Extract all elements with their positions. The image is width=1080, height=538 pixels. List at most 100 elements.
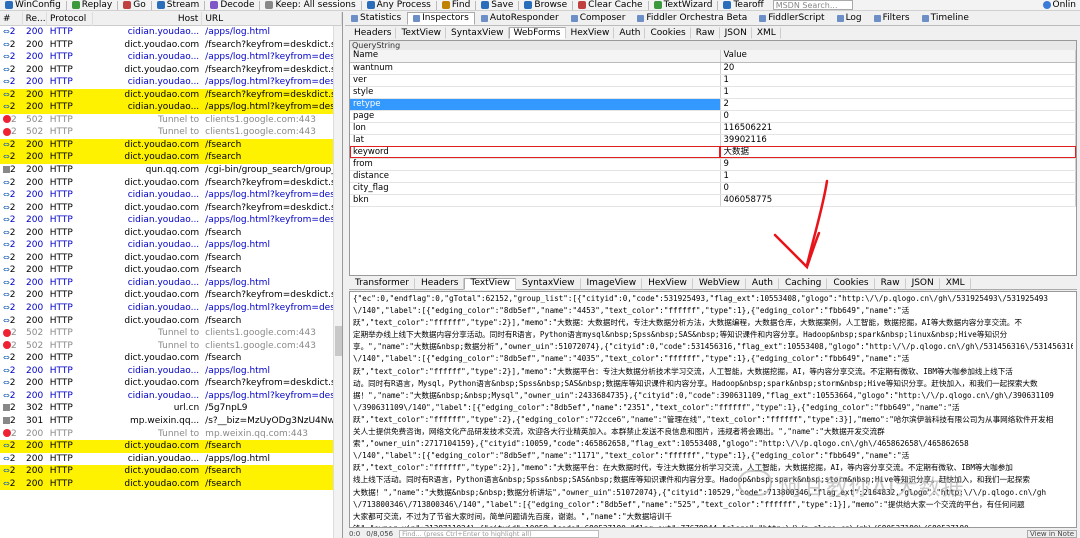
col-header-url[interactable]: URL xyxy=(202,12,342,26)
response-tab-webview[interactable]: WebView xyxy=(693,277,746,290)
response-tab-textview[interactable]: TextView xyxy=(464,277,517,290)
session-row[interactable]: ⇔2 200 HTTP dict.youdao.com/fsearch?keyfrom… xyxy=(0,202,342,215)
response-tab-json[interactable]: JSON xyxy=(906,277,940,290)
session-row[interactable]: ⇔2 200 HTTP dict.youdao.com/fsearch?keyfrom… xyxy=(0,177,342,190)
session-row[interactable]: ⇔2 200 HTTP dict.youdao.com/fsearch xyxy=(0,227,342,240)
request-tab-hexview[interactable]: HexView xyxy=(566,27,615,39)
msdn-search-input[interactable]: MSDN Search... xyxy=(772,0,853,10)
session-row[interactable]: ⇔2 200 HTTP cidian.youdao.../apps/log.html xyxy=(0,26,342,39)
response-tab-xml[interactable]: XML xyxy=(940,277,971,290)
response-tab-imageview[interactable]: ImageView xyxy=(581,277,643,290)
session-row[interactable]: ⇔2 200 HTTP cidian.youdao.../apps/log.html xyxy=(0,277,342,290)
qs-header-value[interactable]: Value xyxy=(720,50,1076,63)
tab-inspectors[interactable]: Inspectors xyxy=(407,12,475,25)
querystring-row[interactable]: page 0 xyxy=(350,110,1076,123)
col-header-host[interactable]: Host xyxy=(93,12,203,26)
col-header-protocol[interactable]: Protocol xyxy=(47,12,93,26)
scroll-thumb[interactable] xyxy=(335,326,342,356)
session-row[interactable]: ⇔2 200 HTTP cidian.youdao.../apps/log.html?… xyxy=(0,390,342,403)
session-row[interactable]: 2 302 HTTP url.cn/5g7npL9 xyxy=(0,402,342,415)
querystring-row[interactable]: distance 1 xyxy=(350,170,1076,183)
tab-statistics[interactable]: Statistics xyxy=(345,12,407,25)
session-row[interactable]: ⇔2 200 HTTP dict.youdao.com/fsearch?keyfrom… xyxy=(0,289,342,302)
session-row[interactable]: ⇔2 200 HTTP cidian.youdao.../apps/log.html?… xyxy=(0,189,342,202)
request-tab-textview[interactable]: TextView xyxy=(396,27,447,39)
qs-header-name[interactable]: Name xyxy=(350,50,721,63)
qs-param-value[interactable]: 大数据 xyxy=(720,146,1076,159)
querystring-row[interactable]: bkn 406058775 xyxy=(350,194,1076,207)
toolbar-item-stream[interactable]: Stream xyxy=(152,0,205,10)
session-row[interactable]: 2 200 HTTP qun.qq.com/cgi-bin/group_search/… xyxy=(0,164,342,177)
session-row[interactable]: 2 200 HTTP Tunnel to mp.weixin.qq.com:443 xyxy=(0,428,342,441)
session-row[interactable]: ⇔2 200 HTTP dict.youdao.com/fsearch?keyfrom… xyxy=(0,88,342,102)
session-row[interactable]: ⇔2 200 HTTP dict.youdao.com/fsearch?keyfrom… xyxy=(0,39,342,52)
session-row[interactable]: ⇔2 200 HTTP dict.youdao.com/fsearch?keyfrom… xyxy=(0,377,342,390)
querystring-row[interactable]: lat 39902116 xyxy=(350,134,1076,147)
response-tab-headers[interactable]: Headers xyxy=(415,277,465,290)
tab-fiddler-orchestra-beta[interactable]: Fiddler Orchestra Beta xyxy=(631,12,753,25)
response-tab-syntaxview[interactable]: SyntaxView xyxy=(516,277,581,290)
toolbar-item-winconfig[interactable]: WinConfig xyxy=(0,0,66,10)
session-row[interactable]: ⇔2 200 HTTP cidian.youdao.../apps/log.html?… xyxy=(0,51,342,64)
session-row[interactable]: ⇔2 200 HTTP dict.youdao.com/fsearch xyxy=(0,138,342,152)
toolbar-item-any-process[interactable]: Any Process xyxy=(362,0,436,10)
session-row[interactable]: ⇔2 200 HTTP dict.youdao.com/fsearch xyxy=(0,315,342,328)
toolbar-item-save[interactable]: Save xyxy=(476,0,518,10)
session-row[interactable]: ⇔2 200 HTTP cidian.youdao.../apps/log.html xyxy=(0,239,342,252)
tab-filters[interactable]: Filters xyxy=(868,12,916,25)
session-row[interactable]: 2 502 HTTP Tunnel to clients1.google.com:443 xyxy=(0,126,342,139)
request-tab-xml[interactable]: XML xyxy=(752,27,781,39)
qs-param-value[interactable]: 39902116 xyxy=(720,134,1076,147)
sessions-list[interactable]: # Re... Protocol Host URL ⇔2 200 HTTP cidia… xyxy=(0,12,343,538)
session-row[interactable]: ⇔2 200 HTTP dict.youdao.com/fsearch xyxy=(0,352,342,365)
tab-fiddlerscript[interactable]: FiddlerScript xyxy=(753,12,830,25)
session-row[interactable]: ⇔2 200 HTTP cidian.youdao.../apps/log.html xyxy=(0,365,342,378)
toolbar-item-browse[interactable]: Browse xyxy=(519,0,572,10)
qs-param-value[interactable]: 9 xyxy=(720,158,1076,171)
toolbar-item-keep-all-sessions[interactable]: Keep: All sessions xyxy=(260,0,360,10)
request-tab-headers[interactable]: Headers xyxy=(349,27,397,39)
session-row[interactable]: ⇔2 200 HTTP cidian.youdao.../apps/log.html?… xyxy=(0,101,342,114)
col-header-num[interactable]: # xyxy=(0,12,23,26)
session-row[interactable]: ⇔2 200 HTTP dict.youdao.com/fsearch xyxy=(0,264,342,277)
tab-composer[interactable]: Composer xyxy=(565,12,632,25)
querystring-row[interactable]: city_flag 0 xyxy=(350,182,1076,195)
request-tab-auth[interactable]: Auth xyxy=(614,27,646,39)
request-tab-raw[interactable]: Raw xyxy=(691,27,720,39)
qs-param-value[interactable]: 2 xyxy=(720,98,1076,111)
request-tab-cookies[interactable]: Cookies xyxy=(645,27,691,39)
qs-param-value[interactable]: 0 xyxy=(720,110,1076,123)
find-input[interactable]: Find... (press Ctrl+Enter to highlight a… xyxy=(399,529,600,538)
session-row[interactable]: 2 502 HTTP Tunnel to clients1.google.com:443 xyxy=(0,340,342,353)
session-row[interactable]: ⇔2 200 HTTP dict.youdao.com/fsearch xyxy=(0,477,342,491)
qs-param-value[interactable]: 1 xyxy=(720,74,1076,87)
session-row[interactable]: ⇔2 200 HTTP cidian.youdao.../apps/log.html?… xyxy=(0,214,342,227)
session-row[interactable]: 2 301 HTTP mp.weixin.qq... /s?__biz=MzUyODg3… xyxy=(0,415,342,428)
session-row[interactable]: ⇔2 200 HTTP dict.youdao.com/fsearch xyxy=(0,465,342,478)
col-header-result[interactable]: Re... xyxy=(23,12,47,26)
querystring-row[interactable]: style 1 xyxy=(350,86,1076,99)
toolbar-item-go[interactable]: Go xyxy=(118,0,150,10)
session-row[interactable]: 2 502 HTTP Tunnel to clients1.google.com:443 xyxy=(0,327,342,340)
querystring-row[interactable]: lon 116506221 xyxy=(350,122,1076,135)
response-tab-hexview[interactable]: HexView xyxy=(642,277,693,290)
response-tab-transformer[interactable]: Transformer xyxy=(349,277,416,290)
response-tab-auth[interactable]: Auth xyxy=(746,277,779,290)
sessions-scrollbar[interactable] xyxy=(333,26,342,538)
request-tab-syntaxview[interactable]: SyntaxView xyxy=(446,27,509,39)
response-tab-raw[interactable]: Raw xyxy=(875,277,906,290)
toolbar-item-textwizard[interactable]: TextWizard xyxy=(649,0,718,10)
tab-timeline[interactable]: Timeline xyxy=(916,12,975,25)
session-row[interactable]: ⇔2 200 HTTP dict.youdao.com/fsearch xyxy=(0,151,342,165)
querystring-row[interactable]: ver 1 xyxy=(350,74,1076,87)
toolbar-item-replay[interactable]: Replay xyxy=(67,0,117,10)
querystring-row[interactable]: wantnum 20 xyxy=(350,62,1076,75)
session-row[interactable]: 2 502 HTTP Tunnel to clients1.google.com:443 xyxy=(0,114,342,127)
toolbar-item-find[interactable]: Find xyxy=(437,0,475,10)
tab-autoresponder[interactable]: AutoResponder xyxy=(475,12,565,25)
session-row[interactable]: ⇔2 200 HTTP cidian.youdao.../apps/log.html xyxy=(0,453,342,466)
toolbar-item-clear-cache[interactable]: Clear Cache xyxy=(573,0,647,10)
qs-param-value[interactable]: 20 xyxy=(720,62,1076,75)
online-indicator[interactable]: Onlin xyxy=(1042,0,1080,10)
session-row[interactable]: ⇔2 200 HTTP cidian.youdao.../apps/log.html?… xyxy=(0,76,342,89)
